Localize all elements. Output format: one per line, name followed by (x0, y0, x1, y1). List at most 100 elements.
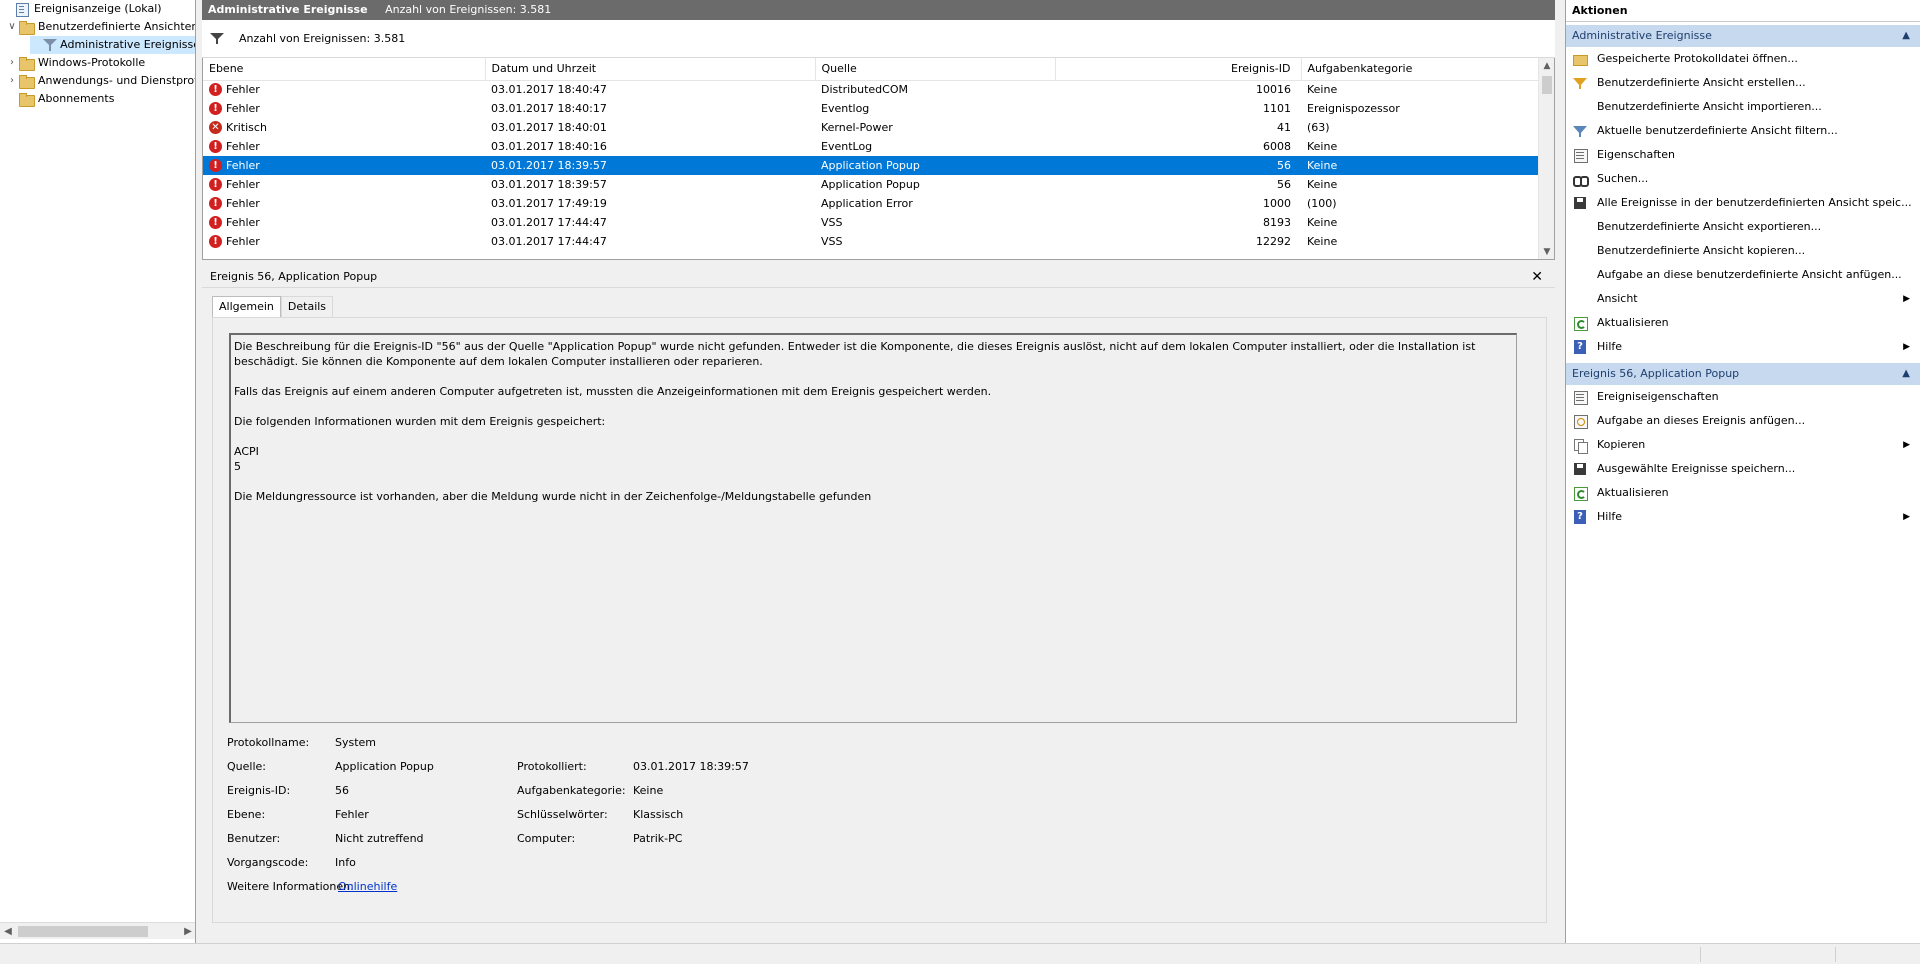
cell-event-id: 56 (1055, 156, 1301, 175)
column-header-level[interactable]: Ebene (203, 58, 486, 81)
cell-category: Keine (1307, 83, 1338, 97)
chevron-right-icon[interactable]: › (6, 72, 18, 90)
level-text: Fehler (226, 216, 260, 229)
cell-category: Keine (1307, 216, 1338, 229)
submenu-arrow-icon: ▶ (1903, 440, 1910, 450)
events-grid[interactable]: Ebene Datum und Uhrzeit Quelle Ereignis-… (202, 58, 1555, 260)
cell-level: ! Fehler (203, 213, 485, 232)
tree-horizontal-scrollbar[interactable]: ◀ ▶ (0, 922, 195, 940)
submenu-arrow-icon: ▶ (1903, 512, 1910, 522)
cell-category: Keine (1307, 140, 1338, 153)
action-item[interactable]: Aktualisieren (1566, 311, 1920, 335)
tree-item-windows-logs[interactable]: › Windows-Protokolle (6, 54, 145, 72)
action-item[interactable]: Aufgabe an diese benutzerdefinierte Ansi… (1566, 263, 1920, 287)
scrollbar-thumb[interactable] (18, 926, 148, 937)
prop-value: Klassisch (633, 808, 684, 821)
table-row[interactable]: ! Fehler 03.01.2017 18:39:57 Application Po… (203, 175, 1539, 194)
actions-section-header[interactable]: Ereignis 56, Application Popup ▲ (1566, 363, 1920, 385)
action-item[interactable]: Kopieren ▶ (1566, 433, 1920, 457)
table-row[interactable]: ! Fehler 03.01.2017 17:49:19 Application Er… (203, 194, 1539, 213)
tree-item-custom-views[interactable]: ∨ Benutzerdefinierte Ansichten (6, 18, 195, 36)
action-item[interactable]: Benutzerdefinierte Ansicht exportieren..… (1566, 215, 1920, 239)
table-row[interactable]: ! Fehler 03.01.2017 17:44:47 VSS 12292 Keine (203, 232, 1539, 251)
cell-level: ! Fehler (203, 137, 485, 156)
action-item[interactable]: Alle Ereignisse in der benutzerdefiniert… (1566, 191, 1920, 215)
action-item[interactable]: Hilfe ▶ (1566, 505, 1920, 529)
table-row[interactable]: ! Fehler 03.01.2017 18:40:47 DistributedCOM… (203, 80, 1539, 99)
column-header-event-id[interactable]: Ereignis-ID (1055, 58, 1302, 81)
filter-icon[interactable] (210, 32, 224, 46)
table-row[interactable]: ! Fehler 03.01.2017 18:40:16 EventLog 6008 Ke… (203, 137, 1539, 156)
actions-title: Aktionen (1566, 0, 1920, 22)
scrollbar-thumb[interactable] (1542, 76, 1552, 94)
table-row[interactable]: ! Fehler 03.01.2017 18:39:57 Application Po… (203, 156, 1539, 175)
cell-date: 03.01.2017 18:40:01 (491, 121, 607, 134)
action-item[interactable]: Aufgabe an dieses Ereignis anfügen... (1566, 409, 1920, 433)
tree-expander (6, 90, 18, 108)
cell-source: Application Popup (815, 156, 1055, 175)
action-item[interactable]: Ausgewählte Ereignisse speichern... (1566, 457, 1920, 481)
tree-item-subscriptions[interactable]: Abonnements (6, 90, 114, 108)
scroll-down-icon[interactable]: ▼ (1539, 244, 1554, 259)
submenu-arrow-icon: ▶ (1903, 342, 1910, 352)
cell-date: 03.01.2017 18:39:57 (485, 156, 815, 175)
level-text: Fehler (226, 197, 260, 210)
online-help-link[interactable]: Onlinehilfe (338, 880, 397, 893)
cell-event-id: 10016 (1256, 83, 1291, 97)
action-item[interactable]: Benutzerdefinierte Ansicht importieren..… (1566, 95, 1920, 119)
tree-item-label: Ereignisanzeige (Lokal) (34, 2, 162, 15)
cell-source: Eventlog (821, 102, 870, 115)
collapse-icon[interactable]: ▲ (1902, 25, 1910, 47)
save-icon (1572, 195, 1588, 211)
chevron-down-icon[interactable]: ∨ (6, 18, 18, 36)
prop-value: Nicht zutreffend (335, 832, 424, 845)
refresh-icon (1572, 315, 1588, 331)
tab-details[interactable]: Details (280, 296, 334, 318)
collapse-icon[interactable]: ▲ (1902, 363, 1910, 385)
action-item[interactable]: Suchen... (1566, 167, 1920, 191)
prop-value: 03.01.2017 18:39:57 (633, 760, 749, 773)
event-count-header: Anzahl von Ereignissen: 3.581 (385, 3, 552, 16)
action-item[interactable]: Ereigniseigenschaften (1566, 385, 1920, 409)
prop-value: Application Popup (335, 760, 434, 773)
action-label: Ausgewählte Ereignisse speichern... (1597, 462, 1796, 475)
action-item[interactable]: Aktualisieren (1566, 481, 1920, 505)
status-separator (1835, 947, 1836, 962)
scroll-right-icon[interactable]: ▶ (180, 923, 195, 940)
tab-general[interactable]: Allgemein (212, 296, 281, 318)
action-item[interactable]: Ansicht ▶ (1566, 287, 1920, 311)
scroll-left-icon[interactable]: ◀ (0, 923, 16, 940)
action-item[interactable]: Benutzerdefinierte Ansicht kopieren... (1566, 239, 1920, 263)
cell-event-id: 6008 (1263, 140, 1291, 153)
action-label: Benutzerdefinierte Ansicht erstellen... (1597, 76, 1806, 89)
event-description[interactable]: Die Beschreibung für die Ereignis-ID "56… (229, 333, 1517, 723)
actions-section-header[interactable]: Administrative Ereignisse ▲ (1566, 25, 1920, 47)
action-item[interactable]: Hilfe ▶ (1566, 335, 1920, 359)
cell-source: Kernel-Power (821, 121, 893, 134)
tree-item-label: Windows-Protokolle (38, 56, 146, 69)
detail-tab-body: Die Beschreibung für die Ereignis-ID "56… (212, 317, 1547, 923)
tree-item-app-service-logs[interactable]: › Anwendungs- und Dienstprotokolle (6, 72, 195, 90)
task-icon (1572, 413, 1588, 429)
tree-item-event-viewer[interactable]: Ereignisanzeige (Lokal) (2, 0, 162, 18)
column-header-date[interactable]: Datum und Uhrzeit (485, 58, 816, 81)
close-icon[interactable]: ✕ (1531, 266, 1543, 288)
filter-icon (42, 37, 58, 53)
table-row[interactable]: ! Fehler 03.01.2017 18:40:17 Eventlog 1101 Er… (203, 99, 1539, 118)
table-row[interactable]: ! Fehler 03.01.2017 17:44:47 VSS 8193 Keine (203, 213, 1539, 232)
action-item[interactable]: Gespeicherte Protokolldatei öffnen... (1566, 47, 1920, 71)
cell-date: 03.01.2017 17:49:19 (491, 197, 607, 210)
chevron-right-icon[interactable]: › (6, 54, 18, 72)
tree-item-administrative-events[interactable]: Administrative Ereignisse (30, 36, 195, 54)
column-header-category[interactable]: Aufgabenkategorie (1301, 58, 1540, 81)
grid-vertical-scrollbar[interactable]: ▲ ▼ (1538, 58, 1554, 259)
action-item[interactable]: Aktuelle benutzerdefinierte Ansicht filt… (1566, 119, 1920, 143)
action-item[interactable]: Benutzerdefinierte Ansicht erstellen... (1566, 71, 1920, 95)
scroll-up-icon[interactable]: ▲ (1539, 58, 1554, 74)
properties-icon (1572, 389, 1588, 405)
action-item[interactable]: Eigenschaften (1566, 143, 1920, 167)
table-row[interactable]: ✕ Kritisch 03.01.2017 18:40:01 Kernel-Power… (203, 118, 1539, 137)
column-header-source[interactable]: Quelle (815, 58, 1056, 81)
section-title: Ereignis 56, Application Popup (1572, 367, 1740, 380)
prop-label: Aufgabenkategorie: (517, 784, 626, 797)
